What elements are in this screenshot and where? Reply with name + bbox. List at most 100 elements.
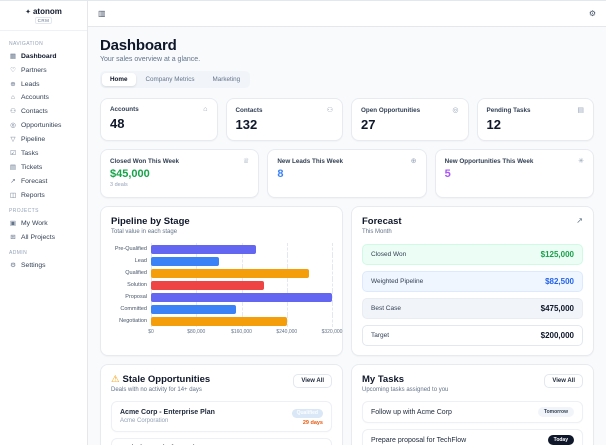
- trophy-icon: ♕: [243, 158, 250, 165]
- brand-name: atonom: [32, 7, 62, 16]
- top-bar: ▥ ⚙: [88, 1, 606, 27]
- sidebar-item-partners[interactable]: ♡ Partners: [0, 63, 87, 77]
- metric-card-closed-won-this-week: Closed Won This Week ♕ $45,000 3 deals: [100, 149, 260, 198]
- main-area: ▥ ⚙ Dashboard Your sales overview at a g…: [88, 1, 606, 445]
- sidebar-item-accounts[interactable]: ⌂ Accounts: [0, 91, 87, 104]
- gridline: [332, 279, 333, 291]
- metric-value: 8: [277, 168, 284, 180]
- chart-category-label: Proposal: [125, 294, 147, 300]
- building-icon: ⌂: [203, 106, 208, 113]
- sidebar-item-label: Dashboard: [21, 52, 57, 60]
- stat-label: Accounts: [110, 106, 139, 113]
- forecast-title: Forecast: [362, 216, 402, 227]
- gridline: [332, 243, 333, 255]
- tab-company-metrics[interactable]: Company Metrics: [138, 73, 203, 86]
- chart-row: Pre-Qualified: [111, 243, 333, 255]
- sidebar-item-all-projects[interactable]: ⊞ All Projects: [0, 230, 87, 244]
- sidebar-item-dashboard[interactable]: ▦ Dashboard: [0, 49, 87, 63]
- gridline: [332, 303, 333, 315]
- sidebar-item-label: Settings: [21, 261, 46, 269]
- sidebar-item-tasks[interactable]: ☑ Tasks: [0, 146, 87, 160]
- stat-value: 12: [486, 117, 501, 132]
- sidebar-item-label: Reports: [21, 191, 45, 199]
- chart-bar-proposal: [151, 292, 332, 302]
- page-subtitle: Your sales overview at a glance.: [100, 56, 201, 63]
- metric-value: 5: [444, 168, 451, 180]
- stale-view-all-button[interactable]: View All: [293, 374, 332, 388]
- forecast-value: $82,500: [545, 277, 574, 286]
- my-tasks-panel: My Tasks Upcoming tasks assigned to you …: [351, 364, 594, 445]
- user-plus-icon: ⊕: [410, 158, 417, 165]
- forecast-label: Target: [371, 332, 390, 339]
- stat-value: 132: [235, 117, 258, 132]
- sidebar-item-opportunities[interactable]: ◎ Opportunities: [0, 118, 87, 132]
- stale-subtitle: Deals with no activity for 14+ days: [111, 387, 202, 393]
- stats-row: Accounts ⌂ 48 Contacts ⚇ 132 Open Opportunitie…: [100, 98, 594, 141]
- forecast-icon: ↗: [10, 178, 16, 185]
- sidebar-item-label: Leads: [21, 80, 40, 88]
- sidebar-item-reports[interactable]: ◫ Reports: [0, 188, 87, 202]
- sidebar-item-pipeline[interactable]: ▽ Pipeline: [0, 132, 87, 146]
- settings-icon: ⚙: [10, 262, 16, 269]
- stat-card-open-opportunities: Open Opportunities ◎ 27: [351, 98, 469, 141]
- gridline: [332, 291, 333, 303]
- tickets-icon: ▤: [9, 164, 17, 171]
- chart-bar-negotiation: [151, 316, 287, 326]
- chart-row: Proposal: [111, 291, 333, 303]
- forecast-row-closed-won: Closed Won $125,000: [362, 244, 583, 265]
- metric-label: Closed Won This Week: [110, 157, 180, 165]
- sidebar-item-label: Opportunities: [21, 121, 62, 129]
- stat-card-contacts: Contacts ⚇ 132: [225, 98, 343, 141]
- metric-label: New Leads This Week: [277, 157, 344, 165]
- gridline: [286, 315, 288, 327]
- sidebar-item-label: Contacts: [21, 107, 48, 115]
- stat-label: Pending Tasks: [486, 106, 531, 114]
- opportunity-row[interactable]: Acme Corp - Enterprise Plan Acme Corporat…: [111, 401, 332, 432]
- task-title: Follow up with Acme Corp: [371, 408, 452, 416]
- gridline: [332, 315, 333, 327]
- stale-title: Stale Opportunities: [122, 374, 211, 385]
- sidebar-nav: Navigation ▦ Dashboard ♡ Partners ⊕ Leads ⌂ Acco…: [0, 31, 87, 276]
- x-tick-label: $0: [148, 329, 154, 335]
- tasks-view-all-button[interactable]: View All: [544, 374, 583, 388]
- forecast-value: $475,000: [540, 304, 574, 313]
- tab-marketing[interactable]: Marketing: [205, 73, 249, 86]
- tab-home[interactable]: Home: [102, 73, 136, 86]
- sidebar-section-label: Navigation: [9, 41, 44, 47]
- chart-category-label: Qualified: [125, 270, 147, 276]
- forecast-label: Closed Won: [371, 251, 407, 258]
- opportunity-row[interactable]: TechFlow - Platform LicenseTechFlow Solu…: [111, 437, 332, 445]
- sidebar-item-tickets[interactable]: ▤ Tickets: [0, 160, 87, 174]
- stat-label: Open Opportunities: [361, 106, 421, 114]
- task-row[interactable]: Follow up with Acme Corp Tomorrow: [362, 401, 583, 423]
- brand-badge: CRM: [34, 17, 53, 24]
- sidebar-item-settings[interactable]: ⚙ Settings: [0, 258, 87, 272]
- header-settings-icon[interactable]: ⚙: [589, 9, 596, 18]
- chart-bar-solution: [151, 280, 265, 290]
- stat-label: Contacts: [235, 106, 263, 114]
- pipeline-chart-panel: Pipeline by Stage Total value in each st…: [100, 206, 343, 356]
- chart-bar-lead: [151, 256, 219, 266]
- sidebar-item-contacts[interactable]: ⚇ Contacts: [0, 104, 87, 118]
- task-row[interactable]: Prepare proposal for TechFlow Today: [362, 429, 583, 445]
- x-tick-label: $240,000: [276, 329, 298, 335]
- sidebar-item-leads[interactable]: ⊕ Leads: [0, 77, 87, 91]
- sidebar-item-label: Partners: [21, 66, 47, 74]
- bar-chart: Pre-Qualified Lead Qualified Solution Propos…: [111, 243, 342, 337]
- brand-logo-icon: ✦: [25, 8, 31, 16]
- partners-icon: ♡: [10, 67, 16, 74]
- due-badge: Today: [547, 435, 574, 445]
- gridline: [241, 255, 243, 267]
- metric-sub: [445, 182, 584, 188]
- sidebar-item-my-work[interactable]: ▣ My Work: [0, 216, 87, 230]
- opportunities-icon: ◎: [10, 122, 16, 129]
- sidebar-item-forecast[interactable]: ↗ Forecast: [0, 174, 87, 188]
- sidebar-toggle-icon[interactable]: ▥: [98, 9, 106, 18]
- metric-sub: [277, 182, 416, 188]
- sidebar-item-label: Accounts: [21, 94, 49, 101]
- chart-row: Negotiation: [111, 315, 333, 327]
- gridline: [286, 255, 288, 267]
- warning-icon: ⚠: [111, 374, 120, 385]
- bottom-row: ⚠ Stale Opportunities Deals with no acti…: [100, 364, 594, 445]
- forecast-row-target: Target $200,000: [362, 325, 583, 346]
